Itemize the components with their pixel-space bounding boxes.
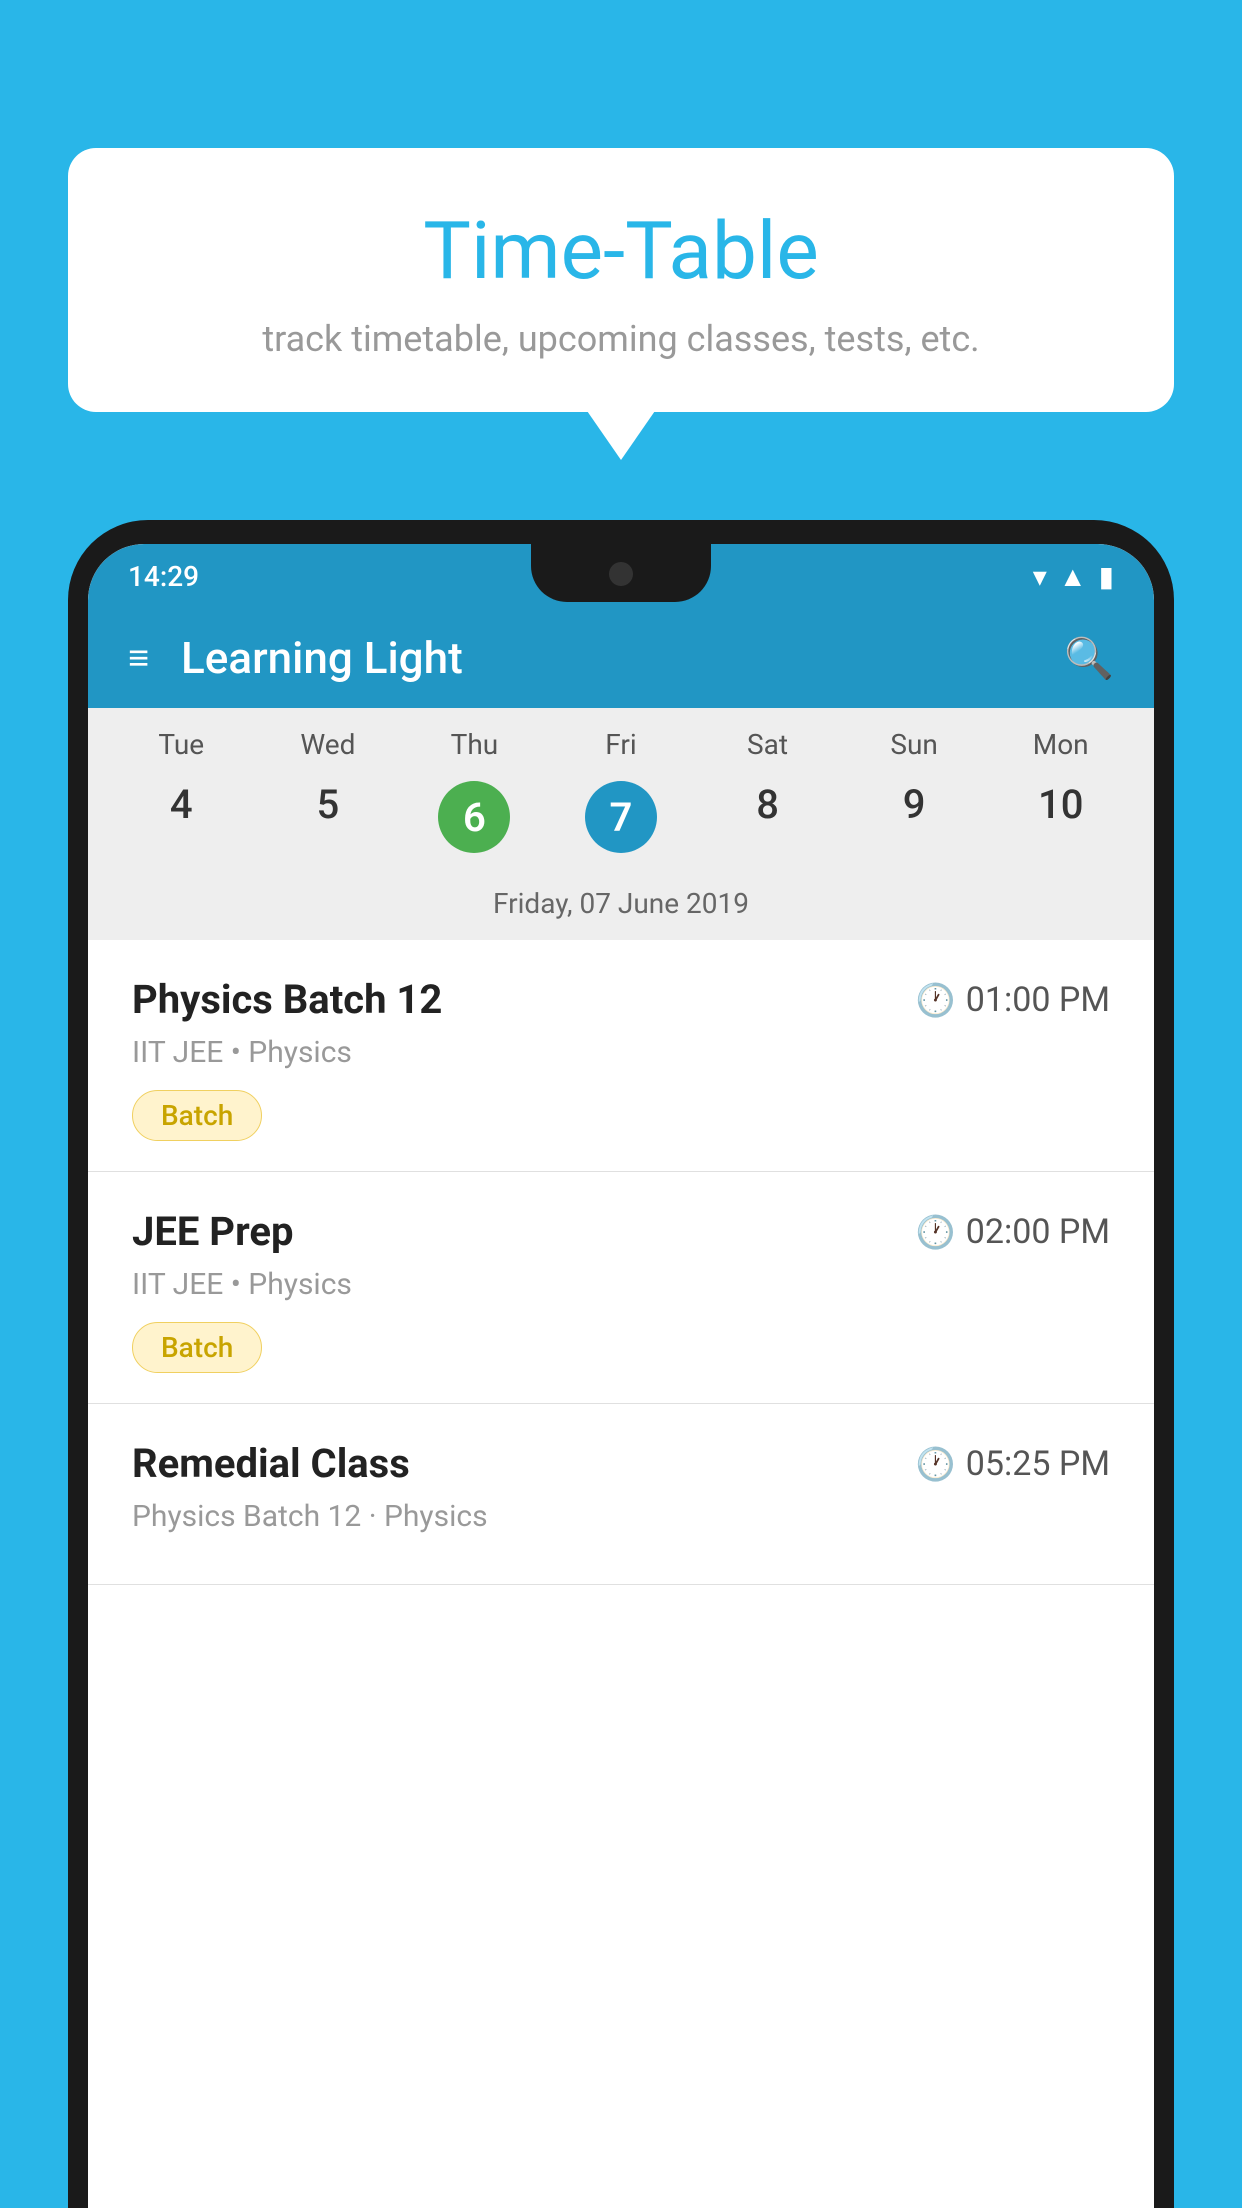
class-time-text-2: 02:00 PM	[966, 1212, 1110, 1252]
phone-notch	[531, 544, 711, 602]
battery-icon: ▮	[1099, 560, 1114, 593]
bubble-title: Time-Table	[128, 204, 1114, 298]
day-numbers: 4 5 6 7 8 9 10	[88, 771, 1154, 879]
day-header-tue: Tue	[108, 728, 255, 761]
class-time-text-3: 05:25 PM	[966, 1444, 1110, 1484]
day-headers: Tue Wed Thu Fri Sat Sun Mon	[88, 708, 1154, 771]
day-header-sat: Sat	[694, 728, 841, 761]
day-header-sun: Sun	[841, 728, 988, 761]
clock-icon-3: 🕐	[916, 1445, 956, 1483]
class-details-3: Physics Batch 12 · Physics	[132, 1499, 1110, 1534]
clock-icon-1: 🕐	[916, 981, 956, 1019]
class-card-1[interactable]: Physics Batch 12 🕐 01:00 PM IIT JEE • Ph…	[88, 940, 1154, 1172]
day-header-fri: Fri	[548, 728, 695, 761]
batch-badge-1: Batch	[132, 1090, 262, 1141]
day-header-wed: Wed	[255, 728, 402, 761]
class-details-2: IIT JEE • Physics	[132, 1267, 1110, 1302]
day-6[interactable]: 6	[401, 771, 548, 863]
signal-icon: ▲	[1059, 560, 1087, 593]
status-time: 14:29	[128, 560, 199, 593]
class-time-2: 🕐 02:00 PM	[916, 1212, 1110, 1252]
day-10[interactable]: 10	[987, 771, 1134, 863]
class-time-1: 🕐 01:00 PM	[916, 980, 1110, 1020]
day-5[interactable]: 5	[255, 771, 402, 863]
bubble-subtitle: track timetable, upcoming classes, tests…	[128, 318, 1114, 360]
status-icons: ▾ ▲ ▮	[1033, 560, 1114, 593]
speech-bubble: Time-Table track timetable, upcoming cla…	[68, 148, 1174, 412]
clock-icon-2: 🕐	[916, 1213, 956, 1251]
batch-badge-2: Batch	[132, 1322, 262, 1373]
class-name-2: JEE Prep	[132, 1208, 293, 1255]
class-name-1: Physics Batch 12	[132, 976, 442, 1023]
class-time-3: 🕐 05:25 PM	[916, 1444, 1110, 1484]
class-card-2[interactable]: JEE Prep 🕐 02:00 PM IIT JEE • Physics Ba…	[88, 1172, 1154, 1404]
day-4[interactable]: 4	[108, 771, 255, 863]
card-header-1: Physics Batch 12 🕐 01:00 PM	[132, 976, 1110, 1023]
selected-date-label: Friday, 07 June 2019	[88, 879, 1154, 940]
card-header-3: Remedial Class 🕐 05:25 PM	[132, 1440, 1110, 1487]
hamburger-icon[interactable]: ≡	[128, 637, 149, 679]
card-header-2: JEE Prep 🕐 02:00 PM	[132, 1208, 1110, 1255]
search-icon[interactable]: 🔍	[1064, 635, 1114, 682]
class-time-text-1: 01:00 PM	[966, 980, 1110, 1020]
phone-wrapper: 14:29 ▾ ▲ ▮ ≡ Learning Light 🔍 Tue Wed T…	[68, 520, 1174, 2208]
camera	[609, 562, 633, 586]
class-details-1: IIT JEE • Physics	[132, 1035, 1110, 1070]
day-9[interactable]: 9	[841, 771, 988, 863]
content-area: Physics Batch 12 🕐 01:00 PM IIT JEE • Ph…	[88, 940, 1154, 1585]
calendar-section: Tue Wed Thu Fri Sat Sun Mon 4 5 6 7 8 9 …	[88, 708, 1154, 940]
day-header-mon: Mon	[987, 728, 1134, 761]
day-7[interactable]: 7	[548, 771, 695, 863]
class-card-3[interactable]: Remedial Class 🕐 05:25 PM Physics Batch …	[88, 1404, 1154, 1585]
day-header-thu: Thu	[401, 728, 548, 761]
day-8[interactable]: 8	[694, 771, 841, 863]
wifi-icon: ▾	[1033, 560, 1047, 593]
app-title: Learning Light	[181, 632, 1064, 684]
speech-bubble-container: Time-Table track timetable, upcoming cla…	[68, 148, 1174, 412]
phone-screen: 14:29 ▾ ▲ ▮ ≡ Learning Light 🔍 Tue Wed T…	[88, 544, 1154, 2208]
app-bar: ≡ Learning Light 🔍	[88, 608, 1154, 708]
phone-frame: 14:29 ▾ ▲ ▮ ≡ Learning Light 🔍 Tue Wed T…	[68, 520, 1174, 2208]
class-name-3: Remedial Class	[132, 1440, 410, 1487]
